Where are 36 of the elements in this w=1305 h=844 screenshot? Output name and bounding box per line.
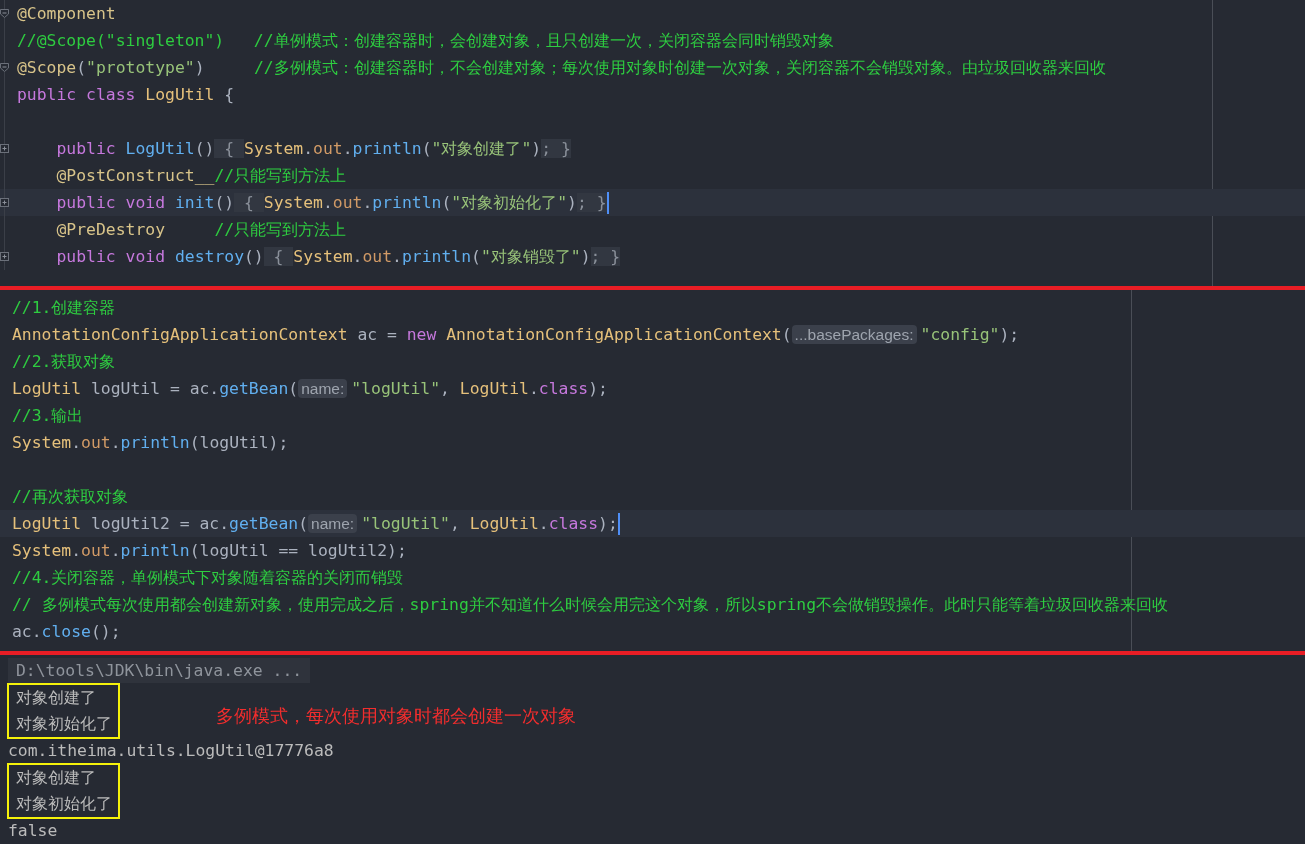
expand-icon[interactable]	[0, 198, 9, 207]
code-line: @Scope("prototype") //多例模式：创建容器时，不会创建对象；每次使用对象时创建一次对象，关闭容器不会销毁对象。由垃圾回收器来回收	[17, 57, 1106, 79]
run-command: D:\tools\JDK\bin\java.exe ...	[8, 658, 311, 683]
code-line: @PreDestroy //只能写到方法上	[56, 219, 347, 241]
code-line: public void destroy() { System.out.println("对象销毁了"); }	[56, 246, 621, 268]
console-output: 对象创建了	[16, 687, 97, 709]
collapse-icon[interactable]	[0, 9, 9, 18]
code-line: ac.close();	[12, 621, 121, 643]
code-line: LogUtil logUtil2 = ac.getBean( name: "logUtil", LogUtil.class);	[12, 513, 618, 535]
code-line: System.out.println(logUtil);	[12, 432, 289, 454]
text-caret	[606, 191, 609, 214]
code-line: System.out.println(logUtil == logUtil2);	[12, 540, 407, 562]
collapse-icon[interactable]	[0, 63, 9, 72]
code-line: @PostConstruct__//只能写到方法上	[56, 165, 347, 187]
code-line: public class LogUtil {	[17, 84, 235, 106]
code-line: public void init() { System.out.println("对象初始化了"); }	[56, 192, 607, 214]
code-line: AnnotationConfigApplicationContext ac = new AnnotationConfigApplicationContext( ...basePackages: "config");	[12, 324, 1020, 346]
console-output: 对象创建了	[16, 767, 97, 789]
code-line: //3.输出	[12, 405, 84, 427]
text-caret	[617, 512, 620, 535]
code-line: //再次获取对象	[12, 486, 128, 508]
expand-icon[interactable]	[0, 144, 9, 153]
console-output: com.itheima.utils.LogUtil@17776a8	[8, 740, 334, 762]
code-line: //@Scope("singleton") //单例模式：创建容器时，会创建对象，且只创建一次，关闭容器会同时销毁对象	[17, 30, 834, 52]
console-output: 对象初始化了	[16, 713, 112, 735]
code-line: //2.获取对象	[12, 351, 116, 373]
code-line: //1.创建容器	[12, 297, 116, 319]
annotation-note: 多例模式，每次使用对象时都会创建一次对象	[216, 704, 576, 728]
console-output: 对象初始化了	[16, 793, 112, 815]
code-line: public LogUtil() { System.out.println("对象创建了"); }	[56, 138, 571, 160]
code-line: // 多例模式每次使用都会创建新对象，使用完成之后，spring并不知道什么时候会用完这个对象，所以spring不会做销毁操作。此时只能等着垃圾回收器来回收	[12, 594, 1169, 616]
code-line: //4.关闭容器，单例模式下对象随着容器的关闭而销毁	[12, 567, 404, 589]
code-line: @Component	[17, 3, 116, 25]
code-line: LogUtil logUtil = ac.getBean( name: "logUtil", LogUtil.class);	[12, 378, 608, 400]
expand-icon[interactable]	[0, 252, 9, 261]
console-output: false	[8, 820, 58, 842]
